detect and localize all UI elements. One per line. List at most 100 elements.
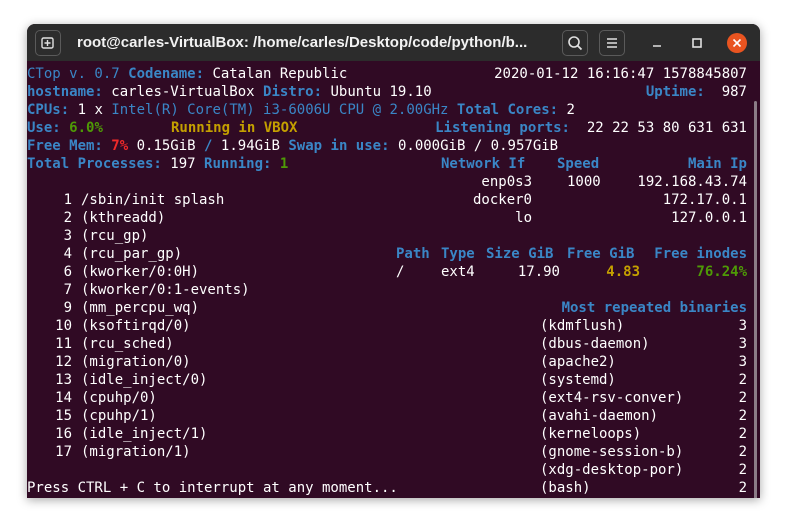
cpu-use-line: Use: 6.0% xyxy=(27,119,103,137)
binary-count: 2 xyxy=(738,372,747,388)
cpus-label: CPUs: xyxy=(27,102,70,118)
listening-label: Listening ports: xyxy=(435,120,570,136)
binary-count: 3 xyxy=(738,336,747,352)
process-name: (idle_inject/1) xyxy=(81,426,208,442)
process-name: (rcu_gp) xyxy=(81,228,149,244)
use-value: 6.0% xyxy=(69,120,103,136)
terminal-window: root@carles-VirtualBox: /home/carles/Des… xyxy=(27,24,760,498)
process-name: (migration/1) xyxy=(81,444,191,460)
uptime-label: Uptime: xyxy=(645,84,705,100)
binary-count: 2 xyxy=(738,444,747,460)
hostname-label: hostname: xyxy=(27,84,103,100)
running-label: Running: xyxy=(204,156,272,172)
uptime-value: 987 xyxy=(721,84,747,100)
net-iface: enp0s3 xyxy=(481,174,532,190)
app-name: CTop v. 0.7 xyxy=(27,66,120,82)
net-header-ip: Main Ip xyxy=(687,156,747,172)
binary-count: 3 xyxy=(738,354,747,370)
process-pid: 6 xyxy=(63,264,72,280)
process-name: (idle_inject/0) xyxy=(81,372,208,388)
close-button[interactable] xyxy=(727,33,747,53)
process-pid: 2 xyxy=(63,210,72,226)
datetime: 2020-01-12 16:16:47 1578845807 xyxy=(494,66,747,82)
binary-count: 2 xyxy=(738,426,747,442)
binary-name: (ext4-rsv-conver) xyxy=(540,390,684,406)
cpus-value: 1 x xyxy=(77,102,103,118)
maximize-icon xyxy=(692,38,702,48)
process-name: (mm_percpu_wq) xyxy=(81,300,200,316)
swap-label: Swap in use: xyxy=(288,138,390,154)
hamburger-menu-icon xyxy=(607,38,617,48)
process-name: (rcu_par_gp) xyxy=(81,246,183,262)
process-pid: 11 xyxy=(55,336,72,352)
total-proc-label: Total Processes: xyxy=(27,156,162,172)
disk-size: 17.90 xyxy=(517,264,560,280)
net-ip: 172.17.0.1 xyxy=(662,192,747,208)
disk-type: ext4 xyxy=(441,264,475,280)
binary-name: (kdmflush) xyxy=(540,318,625,334)
process-pid: 7 xyxy=(63,282,72,298)
disk-free: 4.83 xyxy=(606,264,640,280)
binary-count: 3 xyxy=(738,318,747,334)
binary-name: (systemd) xyxy=(540,372,616,388)
swap-value: 0.000GiB / 0.957GiB xyxy=(397,138,559,154)
process-pid: 12 xyxy=(55,354,72,370)
process-pid: 9 xyxy=(63,300,72,316)
terminal-content[interactable]: CTop v. 0.7 Codename: Catalan Republic 2… xyxy=(27,61,760,498)
minimize-icon xyxy=(653,45,661,47)
process-name: /sbin/init splash xyxy=(81,192,225,208)
process-name: (kworker/0:1-events) xyxy=(81,282,250,298)
net-iface: docker0 xyxy=(472,192,532,208)
disk-header-inodes: Free inodes xyxy=(654,246,747,262)
process-pid: 3 xyxy=(63,228,72,244)
header-line-1: CTop v. 0.7 Codename: Catalan Republic xyxy=(27,65,347,83)
disk-header-type: Type xyxy=(441,246,475,262)
total-mem-value: 1.94GiB xyxy=(220,138,280,154)
process-pid: 17 xyxy=(55,444,72,460)
binary-name: (xdg-desktop-por) xyxy=(540,462,684,478)
header-line-2: hostname: carles-VirtualBox Distro: Ubun… xyxy=(27,83,432,101)
net-iface: lo xyxy=(515,210,532,226)
total-proc-value: 197 xyxy=(170,156,196,172)
binary-name: (avahi-daemon) xyxy=(540,408,659,424)
process-name: (migration/0) xyxy=(81,354,191,370)
close-icon xyxy=(732,38,742,48)
listening-ports-line: Listening ports: 22 22 53 80 631 631 xyxy=(435,119,747,137)
codename-value: Catalan Republic xyxy=(212,66,348,82)
menu-button[interactable] xyxy=(599,30,625,56)
cpu-model: Intel(R) Core(TM) i3-6006U CPU @ 2.00GHz xyxy=(111,102,449,118)
process-pid: 13 xyxy=(55,372,72,388)
free-mem-label: Free Mem: xyxy=(27,138,103,154)
memory-line: Free Mem: 7% 0.15GiB / 1.94GiB Swap in u… xyxy=(27,137,558,155)
minimize-button[interactable] xyxy=(647,33,667,53)
running-value: 1 xyxy=(279,156,289,172)
process-count-line: Total Processes: 197 Running: 1 xyxy=(27,155,288,173)
binary-count: 2 xyxy=(738,390,747,406)
binary-name: (bash) xyxy=(540,480,591,496)
window-title: root@carles-VirtualBox: /home/carles/Des… xyxy=(77,34,528,51)
binary-name: (apache2) xyxy=(540,354,616,370)
scrollbar[interactable] xyxy=(754,101,757,498)
process-name: (cpuhp/1) xyxy=(81,408,157,424)
codename-label: Codename: xyxy=(128,66,205,82)
uptime-line: Uptime: 987 xyxy=(646,83,747,101)
footer-hint: Press CTRL + C to interrupt at any momen… xyxy=(27,480,398,496)
process-pid: 16 xyxy=(55,426,72,442)
process-name: (ksoftirqd/0) xyxy=(81,318,191,334)
disk-inodes: 76.24% xyxy=(696,264,747,280)
process-pid: 14 xyxy=(55,390,72,406)
title-bar: root@carles-VirtualBox: /home/carles/Des… xyxy=(27,24,760,61)
search-button[interactable] xyxy=(562,30,588,56)
header-line-3: CPUs: 1 x Intel(R) Core(TM) i3-6006U CPU… xyxy=(27,101,575,119)
process-pid: 4 xyxy=(63,246,72,262)
maximize-button[interactable] xyxy=(687,33,707,53)
disk-header-path: Path xyxy=(396,246,430,262)
free-mem-pct: 7% xyxy=(111,138,129,154)
hostname-value: carles-VirtualBox xyxy=(111,84,255,100)
net-speed: 1000 xyxy=(567,174,601,190)
net-header-iface: Network If xyxy=(441,156,526,172)
process-name: (rcu_sched) xyxy=(81,336,174,352)
process-pid: 10 xyxy=(55,318,72,334)
new-tab-button[interactable] xyxy=(35,30,61,56)
listening-ports-value: 22 22 53 80 631 631 xyxy=(586,120,747,136)
